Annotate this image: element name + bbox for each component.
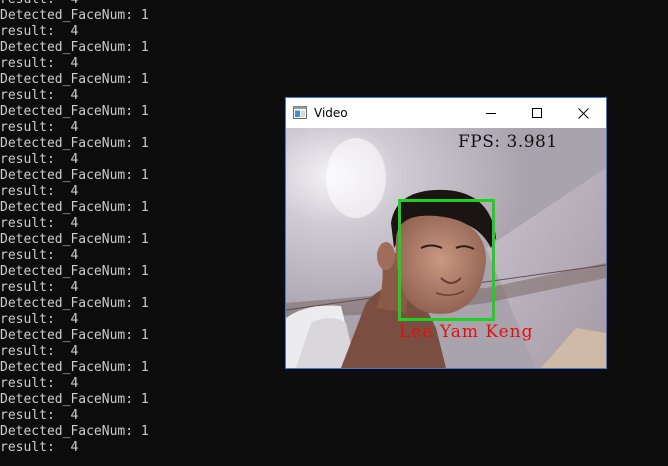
face-name-label: Lee Yam Keng — [399, 322, 534, 342]
app-window-icon — [293, 106, 307, 119]
face-detection-box — [398, 199, 495, 321]
console-line: result: 4 — [0, 248, 79, 263]
minimize-button[interactable] — [468, 98, 514, 128]
console-line: Detected_FaceNum: 1 — [0, 360, 149, 375]
console-line: Detected_FaceNum: 1 — [0, 8, 149, 23]
console-line: result: 4 — [0, 56, 79, 71]
fps-overlay: FPS: 3.981 — [458, 132, 558, 152]
console-line: Detected_FaceNum: 1 — [0, 424, 149, 439]
console-line: result: 4 — [0, 216, 79, 231]
console-line: Detected_FaceNum: 1 — [0, 296, 149, 311]
console-line: Detected_FaceNum: 1 — [0, 200, 149, 215]
console-line: result: 4 — [0, 184, 79, 199]
console-line: result: 4 — [0, 0, 78, 8]
console-line: Detected_FaceNum: 1 — [0, 264, 149, 279]
minimize-icon — [486, 113, 496, 114]
console-line: result: 4 — [0, 376, 79, 391]
console-line: result: 4 — [0, 344, 79, 359]
console-line: result: 4 — [0, 312, 79, 327]
console-line: Detected_FaceNum: 1 — [0, 232, 149, 247]
console-line: Detected_FaceNum: 1 — [0, 168, 149, 183]
console-line: Detected_FaceNum: 1 — [0, 104, 149, 119]
close-icon — [577, 107, 589, 119]
console-line: result: 4 — [0, 152, 79, 167]
console-line: result: 4 — [0, 88, 79, 103]
video-frame: FPS: 3.981 Lee Yam Keng — [286, 128, 606, 368]
console-line: result: 4 — [0, 440, 79, 455]
console-line: result: 4 — [0, 120, 79, 135]
console-line: Detected_FaceNum: 1 — [0, 136, 149, 151]
close-button[interactable] — [560, 98, 606, 128]
console-line: result: 4 — [0, 408, 79, 423]
maximize-icon — [532, 108, 542, 118]
console-line: result: 4 — [0, 24, 79, 39]
console-line: Detected_FaceNum: 1 — [0, 40, 149, 55]
console-line: Detected_FaceNum: 1 — [0, 392, 149, 407]
video-window[interactable]: Video FPS: 3.981 Lee Yam Keng — [285, 97, 607, 369]
window-title: Video — [314, 106, 348, 120]
console-line: Detected_FaceNum: 1 — [0, 72, 149, 87]
window-titlebar[interactable]: Video — [286, 98, 606, 128]
maximize-button[interactable] — [514, 98, 560, 128]
console-line: Detected_FaceNum: 1 — [0, 328, 149, 343]
console-line: result: 4 — [0, 280, 79, 295]
